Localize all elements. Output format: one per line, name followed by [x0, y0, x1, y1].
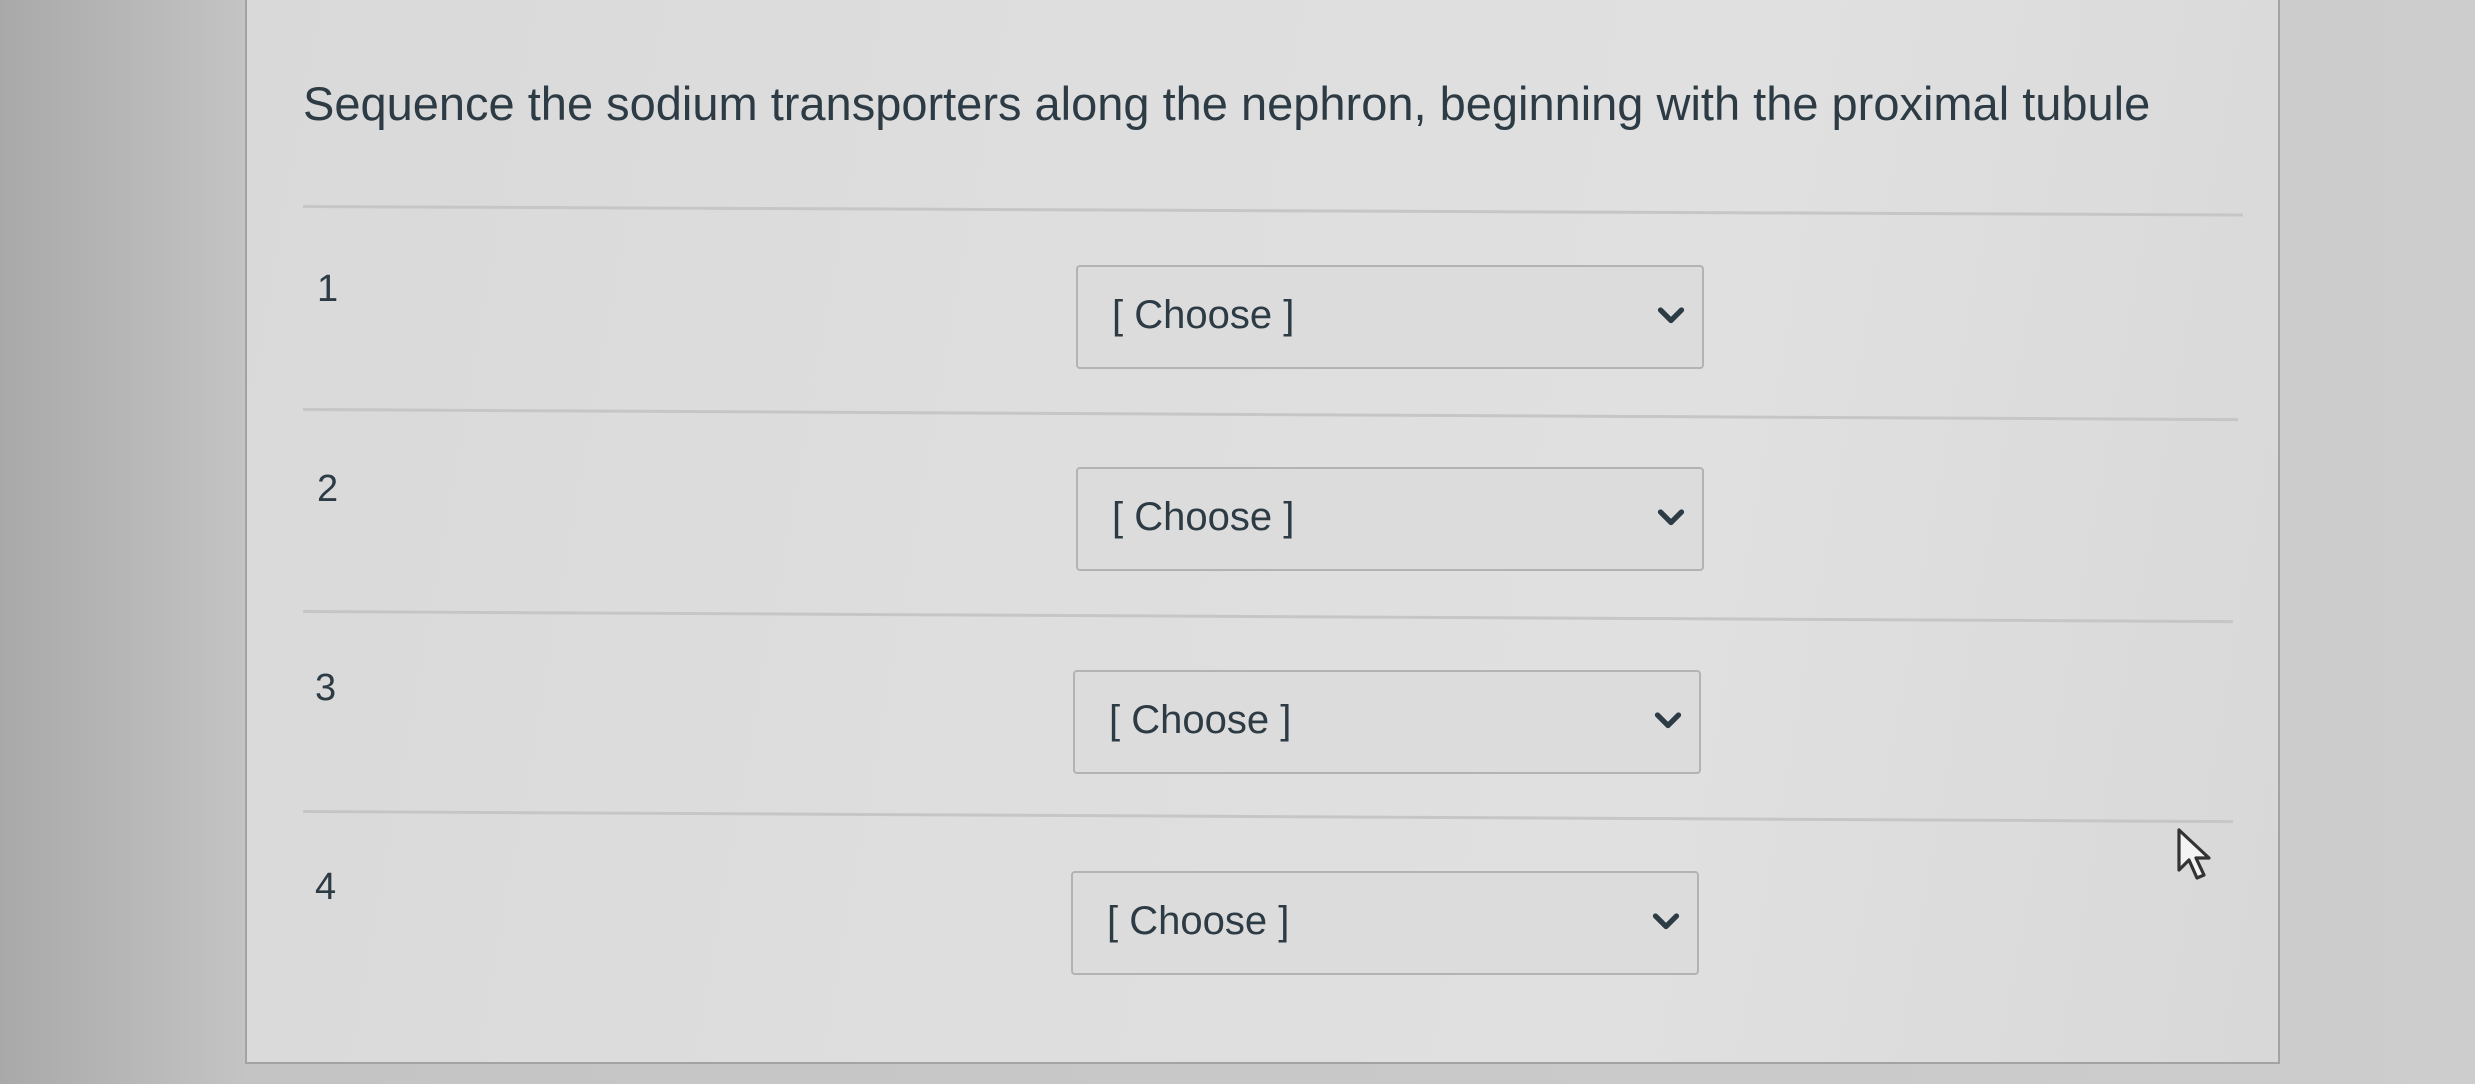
row-number: 1: [317, 268, 339, 310]
select-value: [ Choose ]: [1112, 495, 1295, 539]
chevron-down-icon: [1652, 913, 1680, 930]
select-value: [ Choose ]: [1112, 293, 1295, 337]
answer-select-4[interactable]: [ Choose ]: [1071, 871, 1699, 975]
question-text: Sequence the sodium transporters along t…: [303, 77, 2151, 130]
row-number: 3: [315, 667, 337, 709]
chevron-down-icon: [1654, 712, 1682, 729]
mouse-pointer-icon: [2177, 828, 2211, 880]
select-value: [ Choose ]: [1107, 899, 1290, 943]
answer-select-3[interactable]: [ Choose ]: [1073, 670, 1701, 774]
chevron-down-icon: [1657, 307, 1685, 324]
chevron-down-icon: [1657, 509, 1685, 526]
row-number: 2: [317, 468, 339, 510]
answer-select-2[interactable]: [ Choose ]: [1076, 467, 1704, 571]
select-value: [ Choose ]: [1109, 698, 1292, 742]
row-number: 4: [315, 866, 337, 908]
answer-select-1[interactable]: [ Choose ]: [1076, 265, 1704, 369]
